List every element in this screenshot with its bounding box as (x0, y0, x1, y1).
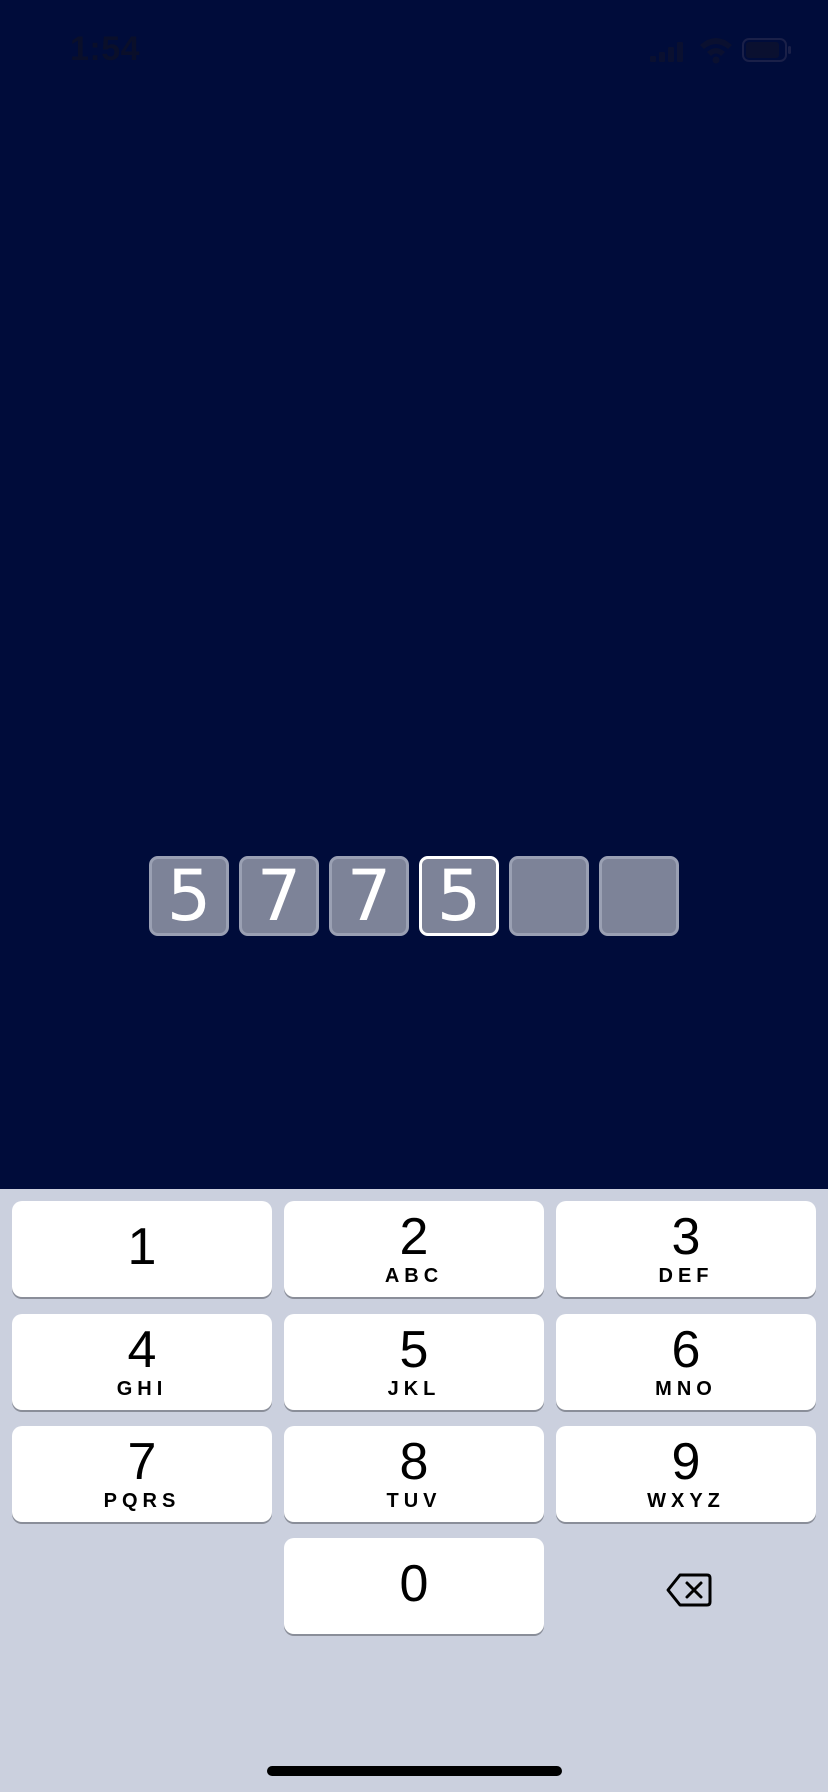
verification-code-input[interactable]: 5 7 7 5 (149, 856, 679, 936)
key-digit: 3 (671, 1208, 701, 1266)
backspace-icon (666, 1573, 712, 1607)
numeric-keypad: 1 2 ABC 3 DEF 4 GHI 5 JKL 6 MNO 7 PQRS 8 (0, 1189, 828, 1792)
key-5[interactable]: 5 JKL (284, 1314, 544, 1410)
key-9[interactable]: 9 WXYZ (556, 1426, 816, 1522)
key-0[interactable]: 0 (284, 1538, 544, 1634)
key-1[interactable]: 1 (12, 1201, 272, 1297)
key-7[interactable]: 7 PQRS (12, 1426, 272, 1522)
key-letters: GHI (116, 1378, 168, 1400)
key-digit: 7 (127, 1433, 157, 1491)
cellular-signal-icon (650, 36, 686, 62)
key-digit: 4 (127, 1321, 157, 1379)
key-digit: 8 (399, 1433, 429, 1491)
code-digit-box-active[interactable]: 5 (419, 856, 499, 936)
code-digit-box[interactable]: 7 (239, 856, 319, 936)
key-digit: 0 (399, 1555, 429, 1613)
key-8[interactable]: 8 TUV (284, 1426, 544, 1522)
verification-code-screen: 1:54 5 7 7 5 1 2 ABC 3 DEF 4 GHI 5 JKL 6… (0, 0, 828, 1792)
code-digit-box[interactable]: 5 (149, 856, 229, 936)
battery-icon (742, 38, 791, 62)
home-indicator[interactable] (267, 1766, 562, 1776)
wifi-icon (700, 38, 732, 64)
key-4[interactable]: 4 GHI (12, 1314, 272, 1410)
key-digit: 9 (671, 1433, 701, 1491)
delete-button[interactable] (556, 1544, 816, 1640)
key-digit: 2 (399, 1208, 429, 1266)
key-digit: 5 (399, 1321, 429, 1379)
key-6[interactable]: 6 MNO (556, 1314, 816, 1410)
key-digit: 6 (671, 1321, 701, 1379)
key-2[interactable]: 2 ABC (284, 1201, 544, 1297)
key-3[interactable]: 3 DEF (556, 1201, 816, 1297)
key-letters: PQRS (103, 1490, 181, 1512)
key-digit: 1 (127, 1218, 157, 1276)
code-digit-box[interactable] (599, 856, 679, 936)
key-letters: WXYZ (647, 1490, 725, 1512)
key-letters: TUV (386, 1490, 442, 1512)
code-digit-box[interactable]: 7 (329, 856, 409, 936)
key-letters: ABC (384, 1265, 444, 1287)
code-digit-box[interactable] (509, 856, 589, 936)
key-letters: DEF (658, 1265, 714, 1287)
key-letters: JKL (387, 1378, 441, 1400)
status-bar: 1:54 (0, 0, 828, 100)
key-letters: MNO (655, 1378, 717, 1400)
status-time: 1:54 (70, 30, 141, 68)
